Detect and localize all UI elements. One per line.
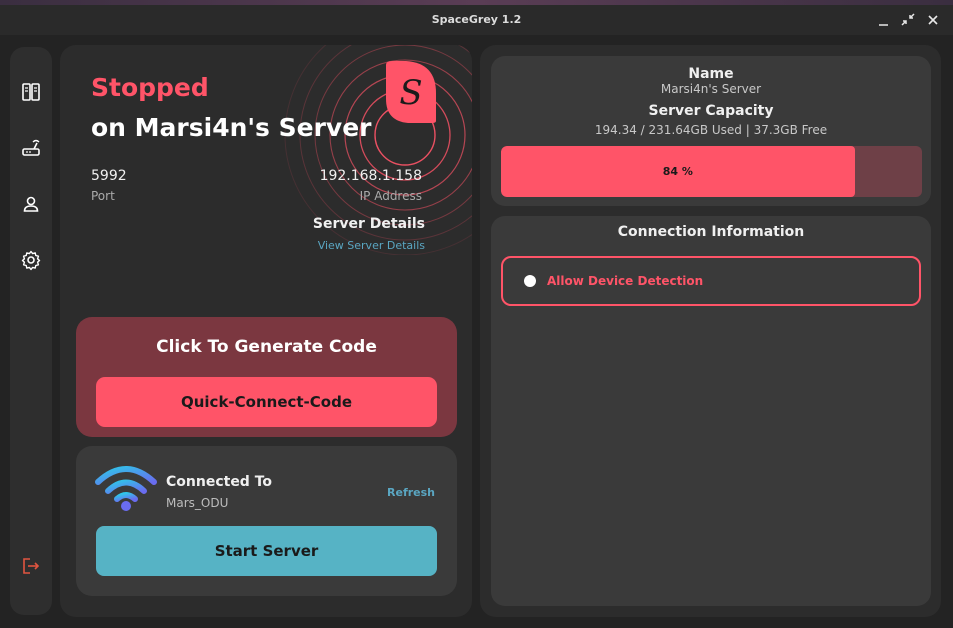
refresh-link[interactable]: Refresh	[387, 486, 435, 499]
capacity-progress-bar: 84 %	[501, 146, 922, 197]
view-server-details-link[interactable]: View Server Details	[318, 239, 425, 252]
ip-address-label: IP Address	[359, 189, 422, 203]
generate-code-title: Click To Generate Code	[156, 337, 377, 357]
close-icon[interactable]	[924, 11, 942, 29]
details-panel: Name Marsi4n's Server Server Capacity 19…	[480, 45, 941, 617]
allow-device-detection-label: Allow Device Detection	[547, 274, 704, 288]
capacity-heading: Server Capacity	[648, 103, 774, 119]
capacity-value: 194.34 / 231.64GB Used | 37.3GB Free	[594, 123, 828, 137]
start-server-button[interactable]: Start Server	[96, 526, 437, 576]
name-heading: Name	[688, 66, 734, 82]
connection-card: Connected To Mars_ODU Refresh Start Serv…	[76, 446, 457, 596]
server-panel: S Stopped on Marsi4n's Server 5992 Port …	[60, 45, 472, 617]
connection-info-card: Connection Information Allow Device Dete…	[491, 216, 931, 606]
window-title: SpaceGrey 1.2	[431, 13, 522, 26]
app-logo: S	[382, 59, 438, 125]
router-icon[interactable]	[20, 137, 42, 159]
gear-icon[interactable]	[20, 249, 42, 271]
restore-icon[interactable]	[899, 11, 917, 29]
connection-info-title: Connection Information	[617, 224, 805, 240]
name-value: Marsi4n's Server	[660, 82, 762, 96]
server-name-heading: on Marsi4n's Server	[91, 113, 372, 142]
minimize-icon[interactable]	[875, 11, 893, 29]
server-details-heading: Server Details	[312, 216, 425, 232]
network-name: Mars_ODU	[166, 496, 229, 510]
connected-to-label: Connected To	[166, 474, 273, 490]
port-label: Port	[91, 189, 115, 203]
main-area: S Stopped on Marsi4n's Server 5992 Port …	[0, 35, 953, 628]
server-status: Stopped	[91, 73, 209, 102]
ip-address-value: 192.168.1.158	[319, 168, 422, 184]
port-value: 5992	[91, 168, 127, 184]
allow-device-detection-toggle[interactable]: Allow Device Detection	[501, 256, 921, 306]
quick-connect-code-button[interactable]: Quick-Connect-Code	[96, 377, 437, 427]
sidebar	[10, 47, 52, 615]
wifi-icon	[95, 466, 157, 511]
radio-button[interactable]	[524, 275, 536, 287]
title-bar[interactable]: SpaceGrey 1.2	[0, 5, 953, 35]
generate-code-card: Click To Generate Code Quick-Connect-Cod…	[76, 317, 457, 437]
app-window: SpaceGrey 1.2 S Stopped on Marsi4n's Ser…	[0, 0, 953, 628]
book-icon[interactable]	[20, 81, 42, 103]
capacity-percent-label: 84 %	[662, 165, 693, 178]
user-icon[interactable]	[20, 193, 42, 215]
logo-letter: S	[399, 73, 422, 113]
logout-icon[interactable]	[20, 555, 42, 577]
server-info-card: Name Marsi4n's Server Server Capacity 19…	[491, 56, 931, 206]
